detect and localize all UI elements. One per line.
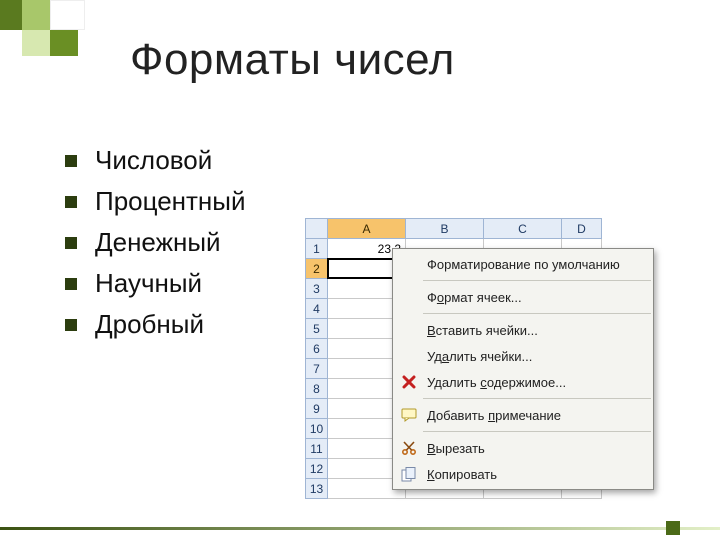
menu-item-copy[interactable]: Копировать — [393, 461, 653, 487]
copy-icon — [397, 464, 421, 484]
row-header[interactable]: 13 — [306, 479, 328, 499]
menu-item-label: Добавить примечание — [427, 408, 561, 423]
menu-item-label: Формат ячеек... — [427, 290, 522, 305]
list-item: Дробный — [65, 309, 246, 340]
menu-item-label: Вырезать — [427, 441, 485, 456]
menu-icon-empty — [397, 346, 421, 366]
list-item: Денежный — [65, 227, 246, 258]
context-menu[interactable]: Форматирование по умолчанию Формат ячеек… — [392, 248, 654, 490]
scissors-icon — [397, 438, 421, 458]
square-bullet-icon — [65, 278, 77, 290]
row-header[interactable]: 4 — [306, 299, 328, 319]
delete-x-icon — [397, 372, 421, 392]
slide-bottom-square — [666, 521, 680, 535]
row-header[interactable]: 6 — [306, 339, 328, 359]
list-item-label: Научный — [95, 268, 202, 299]
menu-icon-empty — [397, 320, 421, 340]
menu-item-delete-cells[interactable]: Удалить ячейки... — [393, 343, 653, 369]
row-header[interactable]: 5 — [306, 319, 328, 339]
menu-item-add-comment[interactable]: Добавить примечание — [393, 402, 653, 428]
list-item: Научный — [65, 268, 246, 299]
list-item: Числовой — [65, 145, 246, 176]
menu-item-label: Форматирование по умолчанию — [427, 257, 620, 272]
menu-separator — [423, 313, 651, 314]
row-header[interactable]: 7 — [306, 359, 328, 379]
menu-separator — [423, 398, 651, 399]
menu-item-delete-content[interactable]: Удалить содержимое... — [393, 369, 653, 395]
square-bullet-icon — [65, 319, 77, 331]
row-header-selected[interactable]: 2 — [306, 259, 328, 279]
list-item-label: Денежный — [95, 227, 221, 258]
slide-bottom-rule — [0, 527, 720, 530]
row-header[interactable]: 1 — [306, 239, 328, 259]
menu-item-insert-cells[interactable]: Вставить ячейки... — [393, 317, 653, 343]
slide-title: Форматы чисел — [130, 35, 455, 85]
column-header-b[interactable]: B — [406, 219, 484, 239]
square-bullet-icon — [65, 196, 77, 208]
column-header-d[interactable]: D — [562, 219, 602, 239]
menu-separator — [423, 280, 651, 281]
menu-item-label: Вставить ячейки... — [427, 323, 538, 338]
column-header-a[interactable]: A — [328, 219, 406, 239]
list-item-label: Дробный — [95, 309, 204, 340]
menu-item-cell-format[interactable]: Формат ячеек... — [393, 284, 653, 310]
menu-separator — [423, 431, 651, 432]
slide-corner-decoration — [0, 0, 120, 70]
select-all-corner[interactable] — [306, 219, 328, 239]
row-header[interactable]: 3 — [306, 279, 328, 299]
column-header-c[interactable]: C — [484, 219, 562, 239]
comment-icon — [397, 405, 421, 425]
list-item-label: Числовой — [95, 145, 212, 176]
list-item: Процентный — [65, 186, 246, 217]
menu-item-default-format[interactable]: Форматирование по умолчанию — [393, 251, 653, 277]
menu-item-cut[interactable]: Вырезать — [393, 435, 653, 461]
menu-icon-empty — [397, 287, 421, 307]
row-header[interactable]: 12 — [306, 459, 328, 479]
row-header[interactable]: 8 — [306, 379, 328, 399]
row-header[interactable]: 9 — [306, 399, 328, 419]
row-header[interactable]: 10 — [306, 419, 328, 439]
menu-item-label: Удалить содержимое... — [427, 375, 566, 390]
square-bullet-icon — [65, 155, 77, 167]
row-header[interactable]: 11 — [306, 439, 328, 459]
bullet-list: Числовой Процентный Денежный Научный Дро… — [65, 145, 246, 350]
menu-icon-empty — [397, 254, 421, 274]
list-item-label: Процентный — [95, 186, 246, 217]
menu-item-label: Удалить ячейки... — [427, 349, 532, 364]
square-bullet-icon — [65, 237, 77, 249]
menu-item-label: Копировать — [427, 467, 497, 482]
